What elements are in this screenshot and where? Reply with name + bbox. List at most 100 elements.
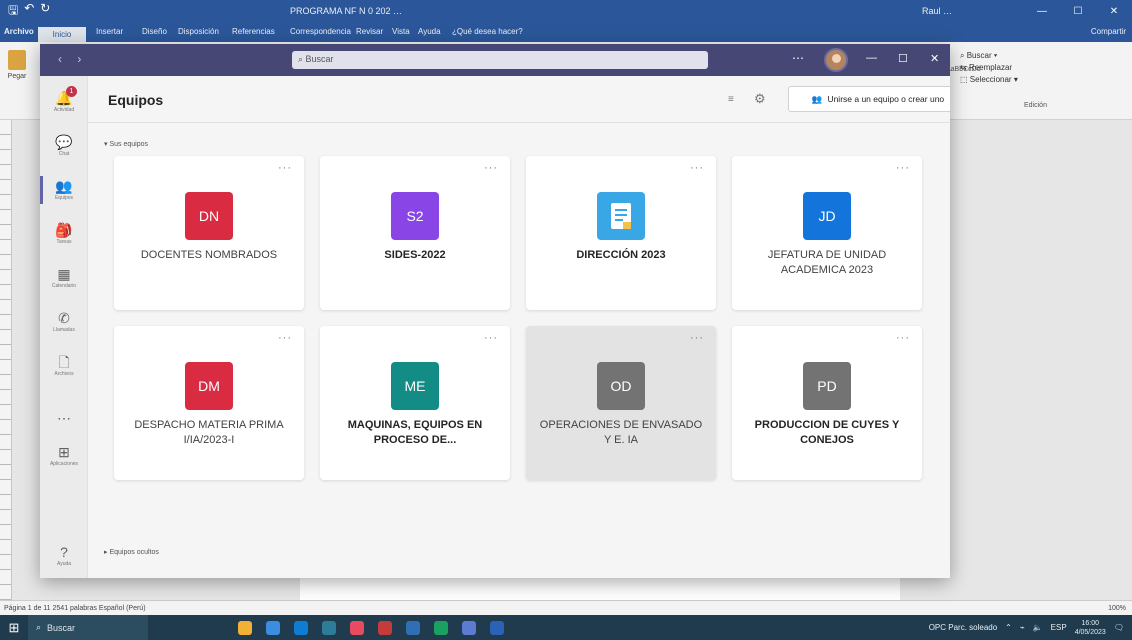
rail-label: Calendario (51, 283, 77, 289)
more-options-icon[interactable]: ··· (896, 162, 910, 174)
more-options-icon[interactable]: ··· (484, 162, 498, 174)
clock[interactable]: 16:00 4/05/2023 (1075, 619, 1106, 637)
weather-widget[interactable]: OPC Parc. soleado (929, 623, 997, 632)
taskbar-search[interactable]: ⌕ Buscar (28, 615, 148, 640)
maximize-icon[interactable]: ☐ (1060, 0, 1096, 22)
document-title: PROGRAMA NF N 0 202 … (290, 6, 403, 16)
team-card[interactable]: ··· DIRECCIÓN 2023 (526, 156, 716, 310)
more-options-icon[interactable]: ··· (896, 332, 910, 344)
taskbar-search-placeholder: Buscar (47, 622, 76, 633)
rail-item-archivos[interactable]: 🗋 Archivos (40, 346, 88, 386)
teams-search-input[interactable]: ⌕ Buscar (292, 51, 708, 69)
rail-label: Aplicaciones (49, 461, 79, 467)
language-indicator[interactable]: ESP (1051, 623, 1067, 632)
tell-me-box[interactable]: ¿Qué desea hacer? (452, 27, 523, 36)
taskbar-app-icon[interactable] (322, 620, 336, 635)
team-card[interactable]: ··· S2 SIDES-2022 (320, 156, 510, 310)
join-button-label: Unirse a un equipo o crear uno (827, 94, 945, 104)
ribbon-tabs: Archivo Inicio Insertar Diseño Disposici… (0, 22, 1132, 45)
close-icon[interactable]: ✕ (930, 52, 939, 65)
minimize-icon[interactable]: — (866, 52, 877, 64)
team-initials: DN (198, 208, 220, 224)
more-options-icon[interactable]: ··· (690, 162, 704, 174)
rail-item-actividad[interactable]: 🔔 Actividad 1 (40, 82, 88, 122)
back-forward-icons[interactable]: ‹ › (58, 52, 87, 66)
rail-item-equipos[interactable]: 👥 Equipos (40, 170, 88, 210)
network-icon[interactable]: ⌁ (1020, 623, 1025, 632)
volume-icon[interactable]: 🔈 (1033, 623, 1043, 632)
tab-file[interactable]: Archivo (4, 27, 34, 36)
windows-start-icon[interactable]: ⊞ (0, 615, 28, 640)
maximize-icon[interactable]: ☐ (898, 52, 908, 65)
share-button[interactable]: Compartir (1091, 27, 1126, 36)
filter-icon[interactable]: ≡ (728, 94, 734, 105)
rail-item-chat[interactable]: 💬 Chat (40, 126, 88, 166)
taskbar-app-icon[interactable] (378, 620, 392, 635)
taskbar-app-icon[interactable] (490, 620, 504, 635)
tab-insert[interactable]: Insertar (96, 27, 123, 36)
team-logo: JD (803, 192, 851, 240)
tab-references[interactable]: Referencias (232, 27, 275, 36)
rail-icon: ⋯ (57, 410, 71, 426)
team-initials: PD (817, 378, 837, 394)
more-options-icon[interactable]: ··· (484, 332, 498, 344)
rail-item-llamadas[interactable]: ✆ Llamadas (40, 302, 88, 342)
taskbar-app-icon[interactable] (462, 620, 476, 635)
pinned-apps (238, 620, 504, 635)
team-card[interactable]: ··· OD OPERACIONES DE ENVASADO Y E. IA (526, 326, 716, 480)
taskbar-app-icon[interactable] (350, 620, 364, 635)
taskbar-app-icon[interactable] (238, 620, 252, 635)
team-name: MAQUINAS, EQUIPOS EN PROCESO DE... (347, 419, 483, 446)
undo-icon[interactable]: ↶ (24, 1, 34, 22)
more-options-icon[interactable]: ··· (278, 162, 292, 174)
notifications-icon[interactable]: 🗨 (1114, 623, 1124, 632)
more-options-icon[interactable]: ··· (690, 332, 704, 344)
rail-item-calendario[interactable]: ▦ Calendario (40, 258, 88, 298)
more-options-icon[interactable]: ··· (278, 332, 292, 344)
taskbar-app-icon[interactable] (294, 620, 308, 635)
minimize-icon[interactable]: — (1024, 0, 1060, 22)
find-button[interactable]: ⌕ Buscar ▾ (960, 50, 1018, 62)
save-icon[interactable]: 🖫 (8, 1, 18, 22)
rail-item-aplicaciones[interactable]: ⊞ Aplicaciones (40, 436, 88, 476)
redo-icon[interactable]: ↻ (40, 1, 50, 22)
taskbar-app-icon[interactable] (434, 620, 448, 635)
team-card[interactable]: ··· PD PRODUCCION DE CUYES Y CONEJOS (732, 326, 922, 480)
tab-help[interactable]: Ayuda (418, 27, 441, 36)
section-hidden-teams[interactable]: ▸ Equipos ocultos (104, 548, 159, 556)
join-or-create-team-button[interactable]: 👥 Unirse a un equipo o crear uno (788, 86, 950, 112)
tab-view[interactable]: Vista (392, 27, 410, 36)
team-card[interactable]: ··· DM DESPACHO MATERIA PRIMA I/IA/2023-I (114, 326, 304, 480)
rail-icon: 👥 (55, 178, 73, 194)
paste-button[interactable]: Pegar (4, 50, 30, 92)
account-name[interactable]: Raul … (922, 6, 952, 16)
teams-window: ‹ › ⌕ Buscar ⋯ — ☐ ✕ 🔔 Actividad 1 💬 Chat 👥 Eq… (40, 44, 950, 578)
more-options-icon[interactable]: ⋯ (792, 51, 804, 65)
zoom-level[interactable]: 100% (1108, 605, 1126, 612)
tab-design[interactable]: Diseño (142, 27, 167, 36)
team-card[interactable]: ··· JD JEFATURA DE UNIDAD ACADEMICA 2023 (732, 156, 922, 310)
team-logo: OD (597, 362, 645, 410)
chevron-up-icon[interactable]: ⌃ (1005, 623, 1012, 632)
tab-review[interactable]: Revisar (356, 27, 383, 36)
rail-item-tareas[interactable]: 🎒 Tareas (40, 214, 88, 254)
close-icon[interactable]: ✕ (1096, 0, 1132, 22)
rail-item-more[interactable]: ⋯ (40, 398, 88, 438)
rail-item-ayuda[interactable]: ? Ayuda (40, 536, 88, 576)
document-page[interactable] (300, 578, 900, 600)
tab-mailings[interactable]: Correspondencia (290, 27, 351, 36)
team-initials: DM (198, 378, 220, 394)
gear-icon[interactable]: ⚙ (754, 91, 766, 107)
section-your-teams[interactable]: ▾ Sus equipos (104, 140, 148, 148)
taskbar-app-icon[interactable] (406, 620, 420, 635)
replace-button[interactable]: ⇆ Reemplazar (960, 62, 1018, 74)
avatar[interactable] (824, 48, 848, 72)
team-card[interactable]: ··· DN DOCENTES NOMBRADOS (114, 156, 304, 310)
page-title: Equipos (108, 92, 164, 108)
system-tray: OPC Parc. soleado ⌃ ⌁ 🔈 ESP 16:00 4/05/2… (929, 615, 1132, 640)
team-card[interactable]: ··· ME MAQUINAS, EQUIPOS EN PROCESO DE... (320, 326, 510, 480)
taskbar-app-icon[interactable] (266, 620, 280, 635)
tab-layout[interactable]: Disposición (178, 27, 219, 36)
select-button[interactable]: ⬚ Seleccionar ▾ (960, 74, 1018, 86)
team-initials: ME (404, 378, 426, 394)
